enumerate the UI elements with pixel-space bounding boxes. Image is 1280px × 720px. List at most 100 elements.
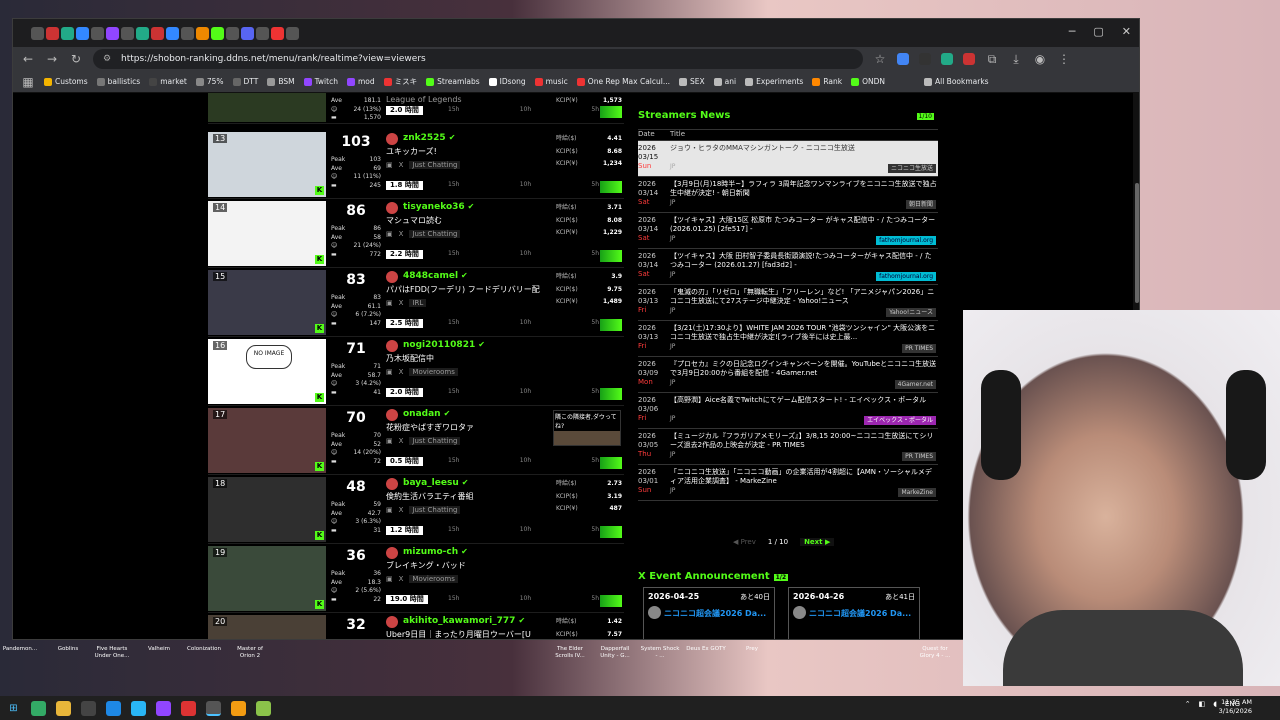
news-title[interactable]: 【高野潤】Aice名義でTwitchにてゲーム配信スタート! - エイベックス・… [670, 393, 938, 428]
prev-button[interactable]: ◀ Prev [733, 538, 756, 546]
all-bookmarks[interactable]: All Bookmarks [924, 77, 989, 86]
event-title[interactable]: ニコニコ超会議2026 Da... [809, 608, 911, 619]
streamer-name[interactable]: nogi20110821 ✔ [403, 340, 485, 350]
apps-icon[interactable]: ▦ [21, 75, 35, 89]
stream-thumbnail[interactable]: 14 K [208, 201, 326, 266]
category-tag[interactable]: Just Chatting [409, 230, 461, 238]
stream-thumbnail[interactable]: 15 K [208, 270, 326, 335]
x-icon[interactable]: X [399, 437, 404, 445]
streamer-avatar[interactable] [386, 340, 398, 352]
stream-thumbnail[interactable] [208, 93, 326, 122]
stream-thumbnail[interactable]: 19 K [208, 546, 326, 611]
category-tag[interactable]: Just Chatting [409, 161, 461, 169]
bookmark-folder[interactable]: ani [713, 77, 736, 86]
tab-favicon-icon[interactable] [76, 26, 89, 40]
start-icon[interactable]: ⊞ [6, 701, 21, 716]
bookmark-item[interactable]: Rank [812, 77, 842, 86]
news-title[interactable]: 「ニコニコ生放送」「ニコニコ動画」の企業活用が4割超に【AMN・ソーシャルメディ… [670, 465, 938, 500]
bookmark-item[interactable]: ミスキ [383, 76, 417, 87]
streamer-avatar[interactable] [386, 616, 398, 628]
desktop-icon[interactable]: Valheim [139, 646, 179, 653]
bookmark-item[interactable]: market [149, 77, 187, 86]
taskbar-app-icon[interactable] [156, 700, 171, 716]
tab-favicon-icon[interactable] [181, 26, 194, 40]
stream-thumbnail[interactable]: 20K [208, 615, 326, 639]
ranking-row[interactable]: NO IMAGE 16 K 71 Peak 71 Ave 58.7 ☺ 3 (4.2%) ▬ 41 no… [208, 337, 624, 406]
desktop-icon[interactable]: Dapperfall Unity - G... [595, 646, 635, 660]
maximize-icon[interactable]: ▢ [1093, 25, 1103, 38]
ranking-row[interactable]: 14 K 86 Peak 86 Ave 58 ☺ 21 (24%) ▬ 772 tisyaneko36… [208, 199, 624, 268]
bookmark-item[interactable]: Streamlabs [426, 77, 480, 86]
back-icon[interactable]: ← [21, 52, 35, 66]
ranking-row[interactable]: 13 K 103 Peak 103 Ave 69 ☺ 11 (11%) ▬ 245 znk2525 ✔ ユ… [208, 130, 624, 199]
news-title[interactable]: 【ツイキャス】大阪 田村智子委員長街頭演説!たつみコーターがキャス配信中 - /… [670, 249, 938, 284]
tab-favicon-icon[interactable] [106, 26, 119, 40]
tab-favicon-icon[interactable] [286, 26, 299, 40]
x-icon[interactable]: X [399, 506, 404, 514]
streamer-name[interactable]: 4848camel ✔ [403, 271, 468, 281]
ranking-row[interactable]: 15 K 83 Peak 83 Ave 61.1 ☺ 6 (7.2%) ▬ 147 4848camel… [208, 268, 624, 337]
news-row[interactable]: 2026 03/01 Sun 「ニコニコ生放送」「ニコニコ動画」の企業活用が4割超に【… [638, 465, 938, 501]
bookmark-item[interactable]: IDsong [488, 77, 526, 86]
bookmark-folder[interactable]: Experiments [745, 77, 803, 86]
stream-thumbnail[interactable]: 17 K [208, 408, 326, 473]
x-icon[interactable]: X [399, 575, 404, 583]
address-bar[interactable]: ⚙ https://shobon-ranking.ddns.net/menu/r… [93, 49, 863, 69]
taskbar-app-icon[interactable] [31, 700, 46, 716]
desktop-icon[interactable]: Quest for Glory 4 - ... [915, 646, 955, 660]
tray-chevron-icon[interactable]: ⌃ [1185, 700, 1191, 708]
news-row[interactable]: 2026 03/09 Mon 『プロセカ』ミクの日記念ログインキャンペーンを開催。Yo… [638, 357, 938, 393]
taskbar-app-icon[interactable] [81, 700, 96, 716]
streamer-name[interactable]: mizumo-ch ✔ [403, 547, 468, 557]
taskbar-app-icon[interactable] [181, 700, 196, 716]
desktop-icon[interactable]: Pandemon... [0, 646, 40, 653]
news-row[interactable]: 2026 03/14 Sat 【ツイキャス】大阪15区 松原市 たつみコーター がキャ… [638, 213, 938, 249]
news-title[interactable]: 「鬼滅の刃」「リゼロ」「無職転生」「フリーレン」など! 「アニメジャパン2026… [670, 285, 938, 320]
ranking-row-partial[interactable]: Ave 181.1 ☺ 24 (13%) ▬ 1,570 League of Lege… [208, 93, 624, 124]
tab-favicon-icon[interactable] [226, 26, 239, 40]
stream-thumbnail[interactable]: 18 K [208, 477, 326, 542]
minimize-icon[interactable]: ─ [1069, 25, 1076, 38]
next-button[interactable]: Next ▶ [800, 538, 835, 546]
tab-favicon-icon[interactable] [31, 26, 44, 40]
ranking-row[interactable]: 20K 32 PeakAve☺▬ akihito_kawamori_777✔ Uber9… [208, 613, 624, 639]
news-title[interactable]: 【ミュージカル『フラガリアメモリーズ』】3/8,15 20:00~ニコニコ生放送… [670, 429, 938, 464]
category-tag[interactable]: Just Chatting [409, 437, 461, 445]
desktop-icon[interactable]: Five Hearts Under One... [92, 646, 132, 660]
bookmark-item[interactable]: ballistics [96, 77, 140, 86]
news-row[interactable]: 2026 03/14 Sat 【3月9日(月)18時半~】ラフィラ 3周年記念ワンマン… [638, 177, 938, 213]
extension-icon[interactable] [941, 53, 953, 65]
tab-favicon-icon[interactable] [241, 26, 254, 40]
news-row[interactable]: 2026 03/13 Fri 【3/21(土)17:30より】WHITE JAM 20… [638, 321, 938, 357]
menu-icon[interactable]: ⋮ [1057, 52, 1071, 66]
extensions-puzzle-icon[interactable]: ⧉ [985, 52, 999, 67]
tab-favicon-icon[interactable] [271, 26, 284, 40]
bookmark-item[interactable]: music [534, 77, 568, 86]
chat-popup[interactable]: 隣この隣接者,ダウってね? [553, 410, 621, 446]
streamer-name[interactable]: znk2525 ✔ [403, 133, 455, 143]
event-card[interactable]: 2026-04-25 あと40日 ニコニコ超会議2026 Da... [643, 587, 775, 639]
bookmark-item[interactable]: Customs [44, 77, 88, 86]
taskbar-app-icon[interactable] [106, 700, 121, 716]
category-tag[interactable]: Just Chatting [409, 506, 461, 514]
tab-favicon-icon[interactable] [166, 26, 179, 40]
desktop-icon[interactable]: Prey [732, 646, 772, 653]
tab-favicon-icon[interactable] [151, 26, 164, 40]
news-row[interactable]: 2026 03/06 Fri 【高野潤】Aice名義でTwitchにてゲーム配信スター… [638, 393, 938, 429]
desktop-icon[interactable]: Goblins [48, 646, 88, 653]
tab-favicon-icon[interactable] [136, 26, 149, 40]
bookmark-folder[interactable]: SEX [679, 77, 705, 86]
category-tag[interactable]: Movierooms [409, 368, 458, 376]
streamer-avatar[interactable] [386, 409, 398, 421]
volume-icon[interactable]: ◖ [1213, 700, 1217, 708]
streamer-name[interactable]: baya_leesu ✔ [403, 478, 468, 488]
bookmark-item[interactable]: ONDN [851, 77, 885, 86]
streamer-avatar[interactable] [386, 133, 398, 145]
news-row[interactable]: 2026 03/05 Thu 【ミュージカル『フラガリアメモリーズ』】3/8,15 2… [638, 429, 938, 465]
chrome-icon[interactable] [206, 700, 221, 716]
bookmark-item[interactable]: BSM [267, 77, 295, 86]
scrollbar-thumb[interactable] [1135, 183, 1139, 303]
taskbar-app-icon[interactable] [231, 700, 246, 716]
bookmark-item[interactable]: DTT [232, 77, 258, 86]
download-icon[interactable]: ⤓ [1009, 52, 1023, 67]
